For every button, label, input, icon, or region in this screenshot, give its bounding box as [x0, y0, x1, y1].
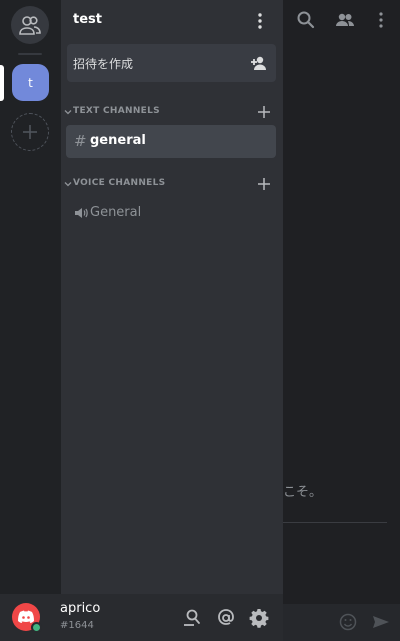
add-server-button[interactable]	[11, 113, 49, 151]
chevron-down-icon	[64, 110, 72, 115]
status-indicator-online	[31, 622, 42, 633]
channel-drawer: test 招待を作成 TEXT CHANNELS # general VOICE…	[61, 0, 283, 641]
discriminator: #1644	[60, 620, 94, 631]
guild-icon-test[interactable]: t	[12, 64, 49, 101]
invite-label: 招待を作成	[73, 57, 134, 71]
members-icon[interactable]	[335, 10, 355, 30]
guild-rail: t	[0, 0, 61, 641]
emoji-icon[interactable]	[339, 613, 357, 631]
category-voice-channels[interactable]: VOICE CHANNELS	[61, 177, 283, 193]
chat-header	[283, 0, 400, 40]
category-text-channels[interactable]: TEXT CHANNELS	[61, 105, 283, 121]
add-person-icon	[251, 56, 266, 70]
channel-label: general	[90, 133, 146, 148]
divider	[283, 522, 387, 523]
rail-separator	[18, 53, 42, 55]
category-label: VOICE CHANNELS	[73, 178, 166, 188]
welcome-text: こそ。	[283, 485, 323, 500]
channel-label: General	[90, 205, 142, 220]
plus-icon	[23, 125, 37, 139]
more-icon[interactable]	[371, 10, 391, 30]
message-input[interactable]	[283, 604, 400, 641]
discord-logo-icon	[18, 610, 34, 623]
channel-voice-general[interactable]: General	[66, 197, 276, 230]
add-channel-icon[interactable]	[257, 177, 271, 191]
kebab-icon[interactable]	[253, 12, 267, 30]
chevron-down-icon	[64, 182, 72, 187]
search-icon[interactable]	[182, 608, 202, 628]
gear-icon[interactable]	[249, 608, 269, 628]
category-label: TEXT CHANNELS	[73, 106, 160, 116]
selected-indicator	[0, 65, 4, 101]
mention-icon[interactable]	[216, 608, 236, 628]
add-channel-icon[interactable]	[257, 105, 271, 119]
user-panel: aprico #1644	[0, 594, 283, 641]
home-button[interactable]	[11, 6, 49, 44]
hash-icon: #	[74, 132, 87, 150]
username: aprico	[60, 601, 101, 616]
create-invite-button[interactable]: 招待を作成	[67, 44, 276, 82]
search-icon[interactable]	[296, 10, 316, 30]
server-name[interactable]: test	[73, 12, 102, 27]
speaker-icon	[75, 208, 88, 218]
friends-icon	[19, 16, 41, 35]
send-icon[interactable]	[372, 615, 390, 629]
channel-general[interactable]: # general	[66, 125, 276, 158]
